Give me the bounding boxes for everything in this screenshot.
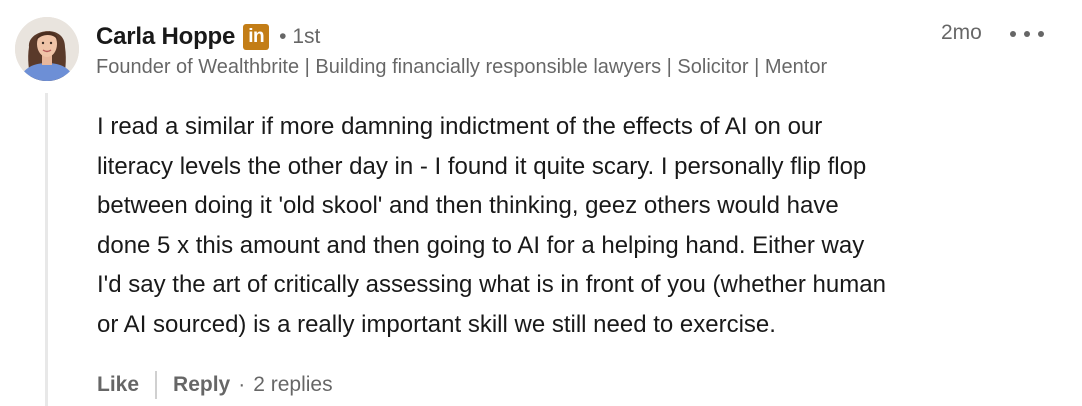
comment-text: I read a similar if more damning indictm… — [97, 113, 886, 338]
profile-photo-icon — [15, 17, 79, 81]
thread-line — [45, 93, 48, 406]
avatar[interactable] — [15, 17, 79, 81]
replies-count-link[interactable]: 2 replies — [253, 373, 332, 397]
connection-degree: • 1st — [279, 25, 321, 48]
more-dot — [1038, 31, 1044, 37]
separator-dot: · — [238, 373, 246, 396]
like-button[interactable]: Like — [97, 373, 139, 397]
reply-button[interactable]: Reply — [173, 373, 230, 397]
comment-actions: Like Reply · 2 replies — [97, 368, 333, 402]
comment-timestamp: 2mo — [941, 21, 982, 44]
action-divider — [155, 371, 158, 399]
author-name[interactable]: Carla Hoppe — [96, 23, 235, 51]
comment-header: Carla Hoppe in • 1st Founder of Wealthbr… — [96, 20, 1082, 90]
author-headline: Founder of Wealthbrite | Building financ… — [96, 56, 828, 78]
linkedin-premium-icon: in — [243, 24, 270, 50]
more-dot — [1024, 31, 1030, 37]
more-options-icon[interactable] — [1010, 22, 1044, 46]
author-row: Carla Hoppe in • 1st — [96, 20, 1082, 54]
more-dot — [1010, 31, 1016, 37]
